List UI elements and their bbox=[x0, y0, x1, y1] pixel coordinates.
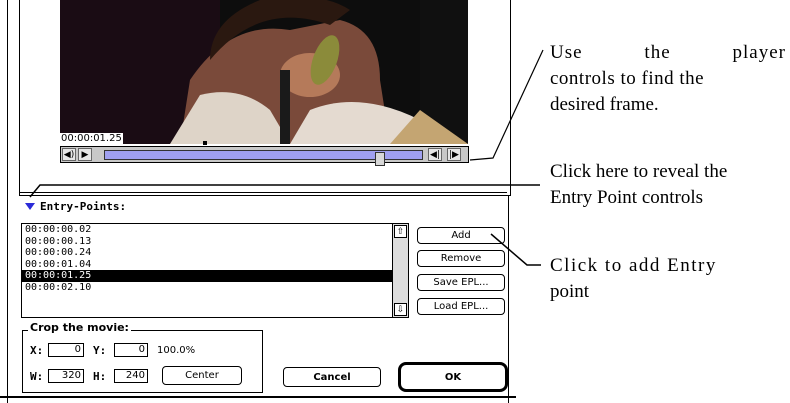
scroll-down-icon[interactable]: ⇩ bbox=[394, 303, 407, 316]
cancel-button[interactable]: Cancel bbox=[283, 367, 381, 387]
list-item[interactable]: 00:00:01.25 bbox=[22, 270, 408, 282]
player-note-line-3: desired frame. bbox=[550, 94, 659, 115]
add-note-line-2: point bbox=[550, 281, 590, 302]
add-button[interactable]: Add bbox=[417, 227, 505, 244]
step-forward-icon[interactable]: |▶ bbox=[447, 148, 461, 161]
x-label: X: bbox=[30, 344, 44, 357]
save-epl-button[interactable]: Save EPL... bbox=[417, 274, 505, 291]
entry-note-line-1: Click here to reveal the bbox=[550, 161, 728, 182]
performer-video-still bbox=[60, 0, 468, 144]
entry-points-list[interactable]: 00:00:00.02 00:00:00.13 00:00:00.24 00:00:0… bbox=[21, 223, 409, 318]
player-note: Use the player controls to find the desi… bbox=[550, 40, 786, 118]
movie-video-frame bbox=[60, 0, 468, 144]
step-back-icon[interactable]: ◀| bbox=[428, 148, 442, 161]
player-note-line-2: controls to find the bbox=[550, 68, 705, 89]
h-field[interactable]: 240 bbox=[114, 369, 148, 383]
disclosure-triangle-icon[interactable] bbox=[25, 203, 35, 210]
x-field[interactable]: 0 bbox=[48, 343, 84, 357]
frame-marker bbox=[203, 141, 207, 145]
h-label: H: bbox=[93, 370, 107, 383]
y-field[interactable]: 0 bbox=[114, 343, 148, 357]
play-icon[interactable]: ▶ bbox=[78, 148, 92, 161]
timecode-display: 00:00:01.25 bbox=[60, 133, 123, 144]
remove-button[interactable]: Remove bbox=[417, 250, 505, 267]
add-note: Click to add Entry point bbox=[550, 253, 786, 305]
player-controls: ◀) ▶ ◀| |▶ bbox=[60, 146, 469, 166]
center-button[interactable]: Center bbox=[162, 366, 242, 385]
entry-note-line-2: Entry Point controls bbox=[550, 187, 704, 208]
list-item[interactable]: 00:00:00.13 bbox=[22, 236, 408, 248]
list-item[interactable]: 00:00:00.02 bbox=[22, 224, 408, 236]
player-note-line-1: Use the player bbox=[550, 42, 786, 63]
position-slider-thumb[interactable] bbox=[375, 152, 385, 166]
speaker-icon[interactable]: ◀) bbox=[62, 148, 76, 161]
ok-button[interactable]: OK bbox=[398, 362, 508, 392]
entry-points-dialog: 00:00:01.25 ◀) ▶ ◀| |▶ Entry-Points: 00:… bbox=[0, 0, 516, 403]
list-scrollbar[interactable]: ⇧ ⇩ bbox=[392, 224, 408, 317]
entry-points-label: Entry-Points: bbox=[40, 200, 127, 213]
list-item[interactable]: 00:00:02.10 bbox=[22, 282, 408, 294]
add-note-line-1: Click to add Entry bbox=[550, 255, 717, 276]
section-divider bbox=[20, 192, 507, 193]
load-epl-button[interactable]: Load EPL... bbox=[417, 298, 505, 315]
scroll-up-icon[interactable]: ⇧ bbox=[394, 225, 407, 238]
scale-readout: 100.0% bbox=[157, 345, 196, 356]
crop-title: Crop the movie: bbox=[28, 321, 131, 334]
dialog-left-edge bbox=[0, 0, 8, 403]
list-item[interactable]: 00:00:00.24 bbox=[22, 247, 408, 259]
list-item[interactable]: 00:00:01.04 bbox=[22, 259, 408, 271]
y-label: Y: bbox=[93, 344, 107, 357]
dialog-bottom-edge bbox=[0, 396, 516, 398]
position-slider[interactable] bbox=[104, 150, 423, 166]
w-field[interactable]: 320 bbox=[48, 369, 84, 383]
entry-note: Click here to reveal the Entry Point con… bbox=[550, 159, 790, 211]
w-label: W: bbox=[30, 370, 44, 383]
